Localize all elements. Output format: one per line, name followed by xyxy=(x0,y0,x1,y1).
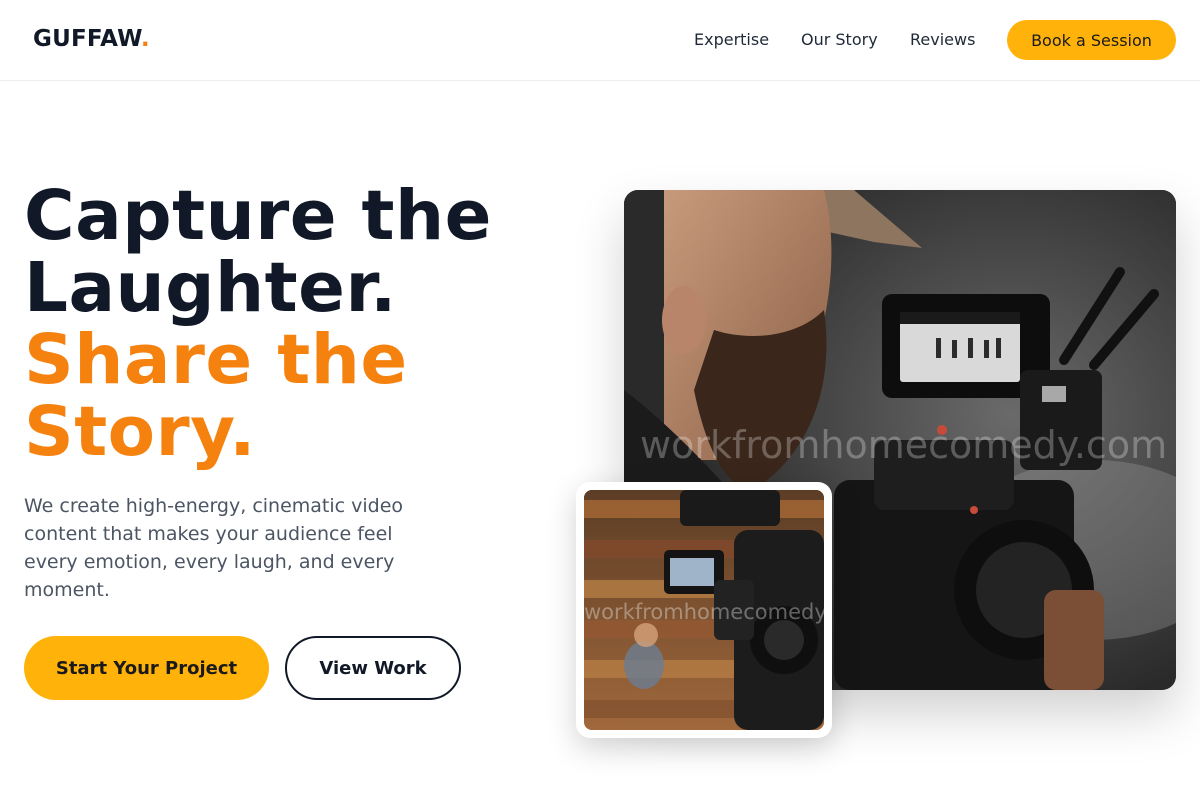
hero-title-line-4: Story. xyxy=(24,392,256,472)
brand-logo[interactable]: GUFFAW. xyxy=(33,26,150,52)
logo-dot: . xyxy=(140,26,150,52)
site-header: GUFFAW. Expertise Our Story Reviews Book… xyxy=(0,0,1200,81)
inset-photo-watermark: workfromhomecomedy.com xyxy=(584,600,824,624)
inset-photo-card: workfromhomecomedy.com xyxy=(576,482,832,738)
main-photo-watermark: workfromhomecomedy.com xyxy=(640,423,1168,467)
hero-title: Capture the Laughter. Share the Story. xyxy=(24,180,492,468)
inset-photo: workfromhomecomedy.com xyxy=(584,490,824,730)
logo-text: GUFFAW xyxy=(33,26,141,52)
start-project-button[interactable]: Start Your Project xyxy=(24,636,269,700)
hero-subtitle: We create high-energy, cinematic video c… xyxy=(24,495,404,601)
hero-title-line-2: Laughter. xyxy=(24,248,397,328)
nav-link-expertise[interactable]: Expertise xyxy=(694,30,769,49)
view-work-button[interactable]: View Work xyxy=(285,636,461,700)
nav-link-reviews[interactable]: Reviews xyxy=(910,30,975,49)
hero-title-line-3: Share the xyxy=(24,320,408,400)
nav-link-our-story[interactable]: Our Story xyxy=(801,30,878,49)
hero-title-line-1: Capture the xyxy=(24,176,492,256)
book-session-button[interactable]: Book a Session xyxy=(1007,20,1176,60)
